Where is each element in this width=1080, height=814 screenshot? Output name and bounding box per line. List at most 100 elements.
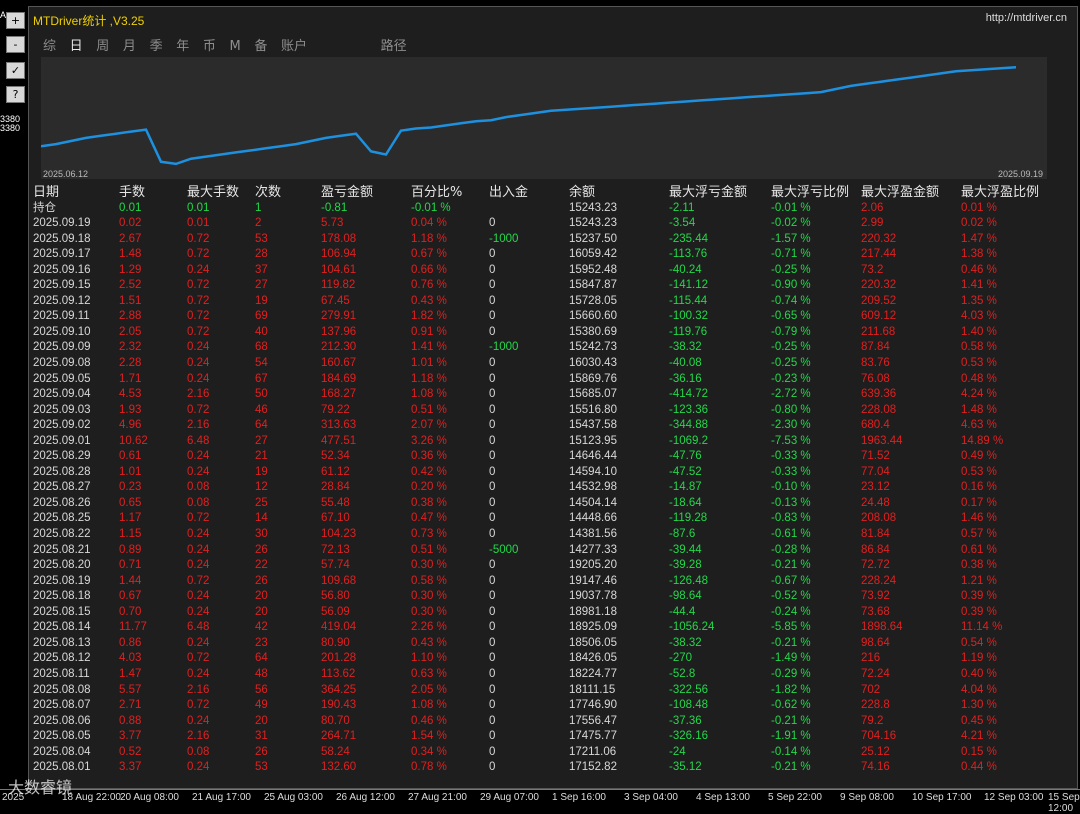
- cell-deposit: 0: [489, 512, 496, 525]
- cell-max-float-profit: 1963.44: [861, 434, 903, 447]
- cell-percent: 0.66 %: [411, 263, 447, 276]
- cell-percent: 1.01 %: [411, 357, 447, 370]
- cell-max-float-profit-pct: 0.53 %: [961, 465, 997, 478]
- cell-max-lots: 0.24: [187, 636, 210, 649]
- tab-day[interactable]: 日: [70, 35, 83, 54]
- cell-max-float-loss: -98.64: [669, 590, 702, 603]
- cell-max-float-profit: 71.52: [861, 450, 890, 463]
- cell-max-float-loss-pct: -0.29 %: [771, 667, 811, 680]
- cell-balance: 14504.14: [569, 496, 617, 509]
- cell-pnl: 178.08: [321, 232, 357, 245]
- cell-max-float-loss: -40.08: [669, 357, 702, 370]
- cell-date: 2025.08.21: [33, 543, 91, 556]
- cell-lots: 1.15: [119, 528, 142, 541]
- cell-max-float-loss-pct: -0.01 %: [771, 201, 811, 214]
- cell-max-float-loss: -40.24: [669, 263, 702, 276]
- table-row: 2025.08.21 0.89 0.24 26 72.13 0.51 % -5000 1427…: [33, 543, 1073, 559]
- cell-lots: 0.52: [119, 745, 142, 758]
- table-row: 2025.08.11 1.47 0.24 48 113.62 0.63 % 0 18224.7…: [33, 667, 1073, 683]
- cell-pnl: 132.60: [321, 761, 357, 774]
- tab-account[interactable]: 账户: [281, 35, 307, 54]
- tab-week[interactable]: 周: [96, 35, 109, 54]
- table-row: 2025.08.07 2.71 0.72 49 190.43 1.08 % 0 17746.9…: [33, 698, 1073, 714]
- tab-path[interactable]: 路径: [381, 35, 407, 54]
- cell-max-float-profit-pct: 4.03 %: [961, 310, 997, 323]
- cell-balance: 18981.18: [569, 605, 617, 618]
- cell-max-float-profit-pct: 1.46 %: [961, 512, 997, 525]
- checkmark-icon[interactable]: ✓: [6, 62, 25, 79]
- cell-date: 2025.09.12: [33, 294, 91, 307]
- table-row: 2025.09.15 2.52 0.72 27 119.82 0.76 % 0 15847.8…: [33, 278, 1073, 294]
- cell-max-float-profit-pct: 0.45 %: [961, 714, 997, 727]
- cell-max-float-profit-pct: 0.15 %: [961, 745, 997, 758]
- tab-currency[interactable]: 币: [203, 35, 216, 54]
- cell-percent: 0.43 %: [411, 294, 447, 307]
- cell-percent: 1.10 %: [411, 652, 447, 665]
- time-axis-label: 12 Sep 03:00: [984, 792, 1044, 803]
- cell-balance: 15847.87: [569, 279, 617, 292]
- cell-date: 2025.08.07: [33, 699, 91, 712]
- cell-max-lots: 0.72: [187, 699, 210, 712]
- cell-max-float-loss: -39.44: [669, 543, 702, 556]
- cell-pnl: 212.30: [321, 341, 357, 354]
- cell-percent: 0.36 %: [411, 450, 447, 463]
- left-toolbar-strip: A + - ✓ ? 3380 3380: [0, 0, 28, 790]
- cell-max-float-profit-pct: 0.40 %: [961, 667, 997, 680]
- table-row: 2025.08.13 0.86 0.24 23 80.90 0.43 % 0 18506.05…: [33, 636, 1073, 652]
- website-link[interactable]: http://mtdriver.cn: [986, 12, 1067, 24]
- cell-max-lots: 0.72: [187, 248, 210, 261]
- cell-max-lots: 0.24: [187, 605, 210, 618]
- cell-max-lots: 0.24: [187, 559, 210, 572]
- cell-count: 68: [255, 341, 268, 354]
- cell-count: 28: [255, 248, 268, 261]
- cell-lots: 2.28: [119, 357, 142, 370]
- cell-pnl: 279.91: [321, 310, 357, 323]
- cell-max-float-profit-pct: 0.49 %: [961, 450, 997, 463]
- tab-summary[interactable]: 综: [43, 35, 56, 54]
- cell-max-float-profit: 86.84: [861, 543, 890, 556]
- tab-month[interactable]: 月: [123, 35, 136, 54]
- cell-count: 46: [255, 403, 268, 416]
- cell-balance: 14594.10: [569, 465, 617, 478]
- zoom-in-button[interactable]: +: [6, 12, 25, 29]
- cell-percent: 0.43 %: [411, 636, 447, 649]
- zoom-out-button[interactable]: -: [6, 36, 25, 53]
- cell-balance: 15728.05: [569, 294, 617, 307]
- tab-magic[interactable]: M: [229, 39, 240, 54]
- tab-quarter[interactable]: 季: [150, 35, 163, 54]
- cell-lots: 1.44: [119, 574, 142, 587]
- cell-percent: -0.01 %: [411, 201, 451, 214]
- cell-max-float-loss: -24: [669, 745, 686, 758]
- table-row: 2025.09.11 2.88 0.72 69 279.91 1.82 % 0 15660.6…: [33, 309, 1073, 325]
- tab-year[interactable]: 年: [176, 35, 189, 54]
- cell-pnl: 364.25: [321, 683, 357, 696]
- cell-count: 次数: [255, 185, 282, 200]
- cell-percent: 0.42 %: [411, 465, 447, 478]
- cell-max-float-profit: 25.12: [861, 745, 890, 758]
- cell-pnl: 56.09: [321, 605, 350, 618]
- cell-count: 56: [255, 683, 268, 696]
- cell-max-float-profit-pct: 0.57 %: [961, 528, 997, 541]
- cell-lots: 2.88: [119, 310, 142, 323]
- help-icon[interactable]: ?: [6, 86, 25, 103]
- cell-lots: 3.37: [119, 761, 142, 774]
- cell-date: 2025.08.08: [33, 683, 91, 696]
- cell-balance: 15516.80: [569, 403, 617, 416]
- holding-row: 持仓 0.01 0.01 1 -0.81 -0.01 % 15243.23 -2.11 -0.0…: [33, 201, 1073, 217]
- cell-max-float-profit: 220.32: [861, 232, 897, 245]
- cell-percent: 0.76 %: [411, 279, 447, 292]
- cell-deposit: 0: [489, 605, 496, 618]
- cell-max-float-profit: 最大浮盈金额: [861, 185, 940, 200]
- cell-count: 50: [255, 388, 268, 401]
- cell-lots: 0.88: [119, 714, 142, 727]
- cell-max-float-loss: -108.48: [669, 699, 709, 712]
- cell-max-float-loss: -39.28: [669, 559, 702, 572]
- cell-percent: 0.73 %: [411, 528, 447, 541]
- cell-balance: 16030.43: [569, 357, 617, 370]
- cell-max-lots: 2.16: [187, 683, 210, 696]
- cell-percent: 0.38 %: [411, 496, 447, 509]
- cell-date: 2025.08.11: [33, 667, 90, 680]
- cell-max-float-loss-pct: -0.25 %: [771, 263, 811, 276]
- tab-notes[interactable]: 备: [254, 35, 267, 54]
- cell-pnl: 55.48: [321, 496, 350, 509]
